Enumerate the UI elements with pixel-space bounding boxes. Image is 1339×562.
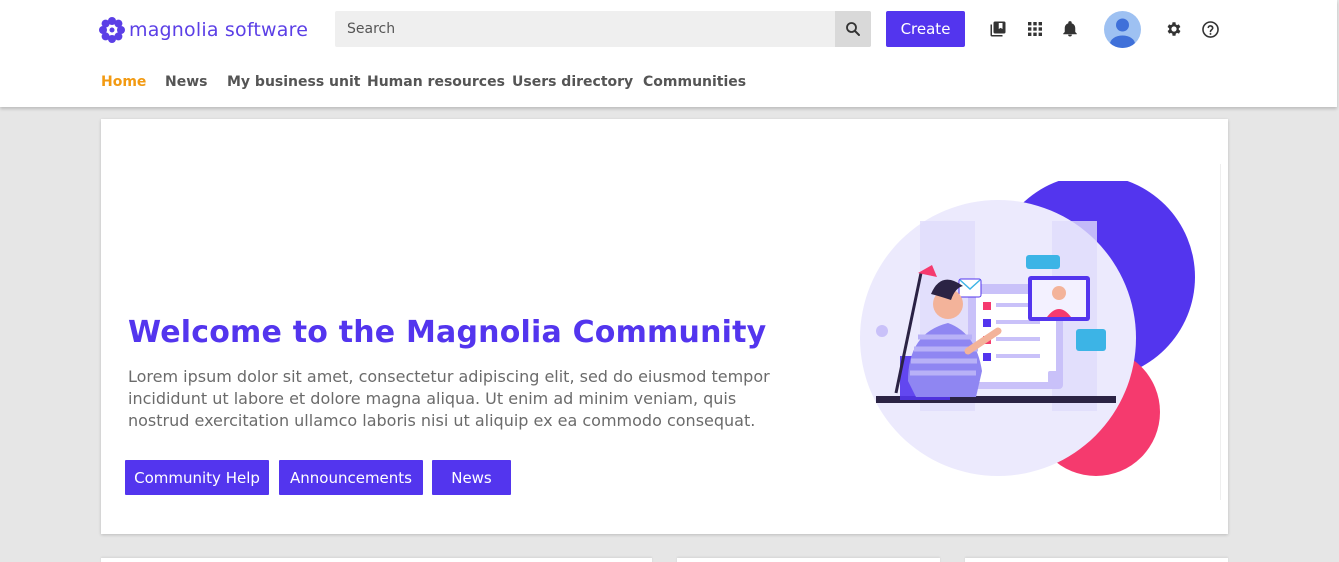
nav-item-my-business-unit[interactable]: My business unit bbox=[227, 74, 360, 90]
news-button[interactable]: News bbox=[432, 460, 511, 495]
apps-button[interactable] bbox=[1025, 19, 1045, 39]
search-box bbox=[335, 11, 871, 47]
nav-item-news[interactable]: News bbox=[165, 74, 207, 90]
nav-item-human-resources[interactable]: Human resources bbox=[367, 74, 505, 90]
nav-item-users-directory[interactable]: Users directory bbox=[512, 74, 633, 90]
notifications-button[interactable] bbox=[1060, 19, 1080, 39]
hero-banner: Welcome to the Magnolia Community Lorem … bbox=[101, 119, 1228, 534]
logo-text: magnolia software bbox=[129, 19, 309, 41]
hero-title: Welcome to the Magnolia Community bbox=[128, 315, 767, 350]
top-bar: magnolia software Create bbox=[0, 0, 1337, 107]
search-button[interactable] bbox=[835, 11, 871, 47]
nav-item-communities[interactable]: Communities bbox=[643, 74, 746, 90]
apps-grid-icon bbox=[1028, 22, 1042, 36]
content-card bbox=[101, 558, 652, 562]
user-avatar-icon bbox=[1110, 18, 1135, 48]
community-help-button[interactable]: Community Help bbox=[125, 460, 269, 495]
hero-description: Lorem ipsum dolor sit amet, consectetur … bbox=[128, 367, 770, 430]
help-icon bbox=[1201, 20, 1219, 38]
content-card bbox=[677, 558, 940, 562]
hero-divider bbox=[1220, 164, 1228, 500]
search-input[interactable] bbox=[335, 11, 835, 47]
gear-icon bbox=[1167, 22, 1181, 36]
avatar[interactable] bbox=[1104, 11, 1141, 48]
bell-icon bbox=[1063, 21, 1077, 37]
magnolia-logo-icon bbox=[99, 17, 125, 43]
search-icon bbox=[846, 22, 860, 36]
library-icon bbox=[990, 21, 1006, 37]
content-card bbox=[965, 558, 1228, 562]
create-button[interactable]: Create bbox=[886, 11, 965, 47]
nav-item-home[interactable]: Home bbox=[101, 74, 146, 90]
settings-button[interactable] bbox=[1164, 19, 1184, 39]
hero-illustration bbox=[860, 181, 1195, 476]
library-button[interactable] bbox=[988, 19, 1008, 39]
logo[interactable]: magnolia software bbox=[98, 16, 308, 44]
announcements-button[interactable]: Announcements bbox=[279, 460, 423, 495]
help-button[interactable] bbox=[1200, 19, 1220, 39]
